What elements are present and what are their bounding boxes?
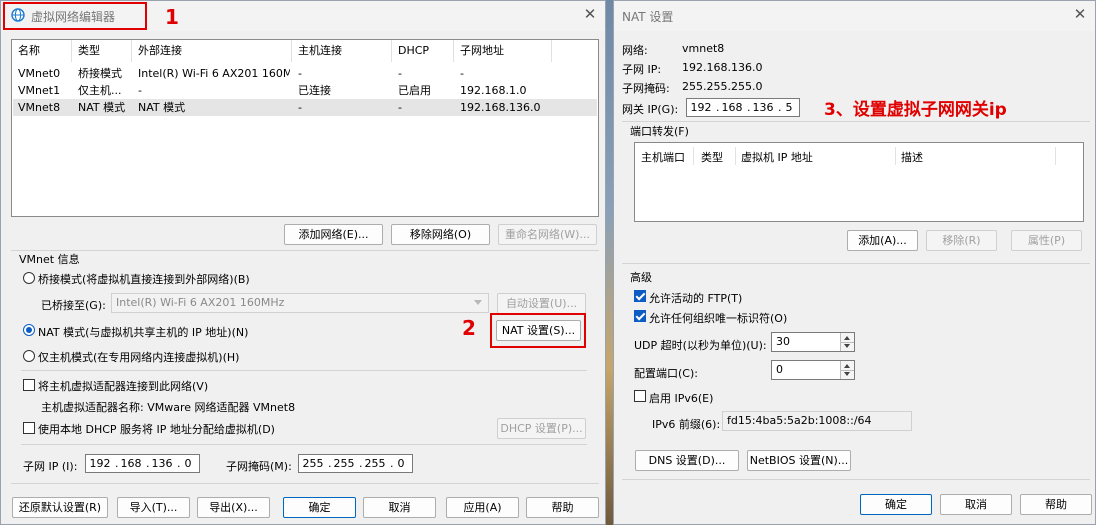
col-host[interactable]: 主机连接: [292, 40, 392, 62]
connect-adapter-label[interactable]: 将主机虚拟适配器连接到此网络(V): [38, 378, 208, 394]
help-button[interactable]: 帮助: [526, 497, 599, 518]
virtual-network-editor-window: 虚拟网络编辑器 ✕ 名称 类型 外部连接 主机连接 DHCP 子网地址 VMne…: [0, 0, 606, 525]
table-row-selected[interactable]: VMnet8 NAT 模式 NAT 模式 - - 192.168.136.0: [13, 99, 597, 116]
group-divider: [21, 370, 587, 371]
col-external[interactable]: 外部连接: [132, 40, 292, 62]
port-forward-list[interactable]: 主机端口 类型 虚拟机 IP 地址 描述: [634, 142, 1084, 222]
add-port-button[interactable]: 添加(A)...: [847, 230, 918, 251]
help-button[interactable]: 帮助: [1020, 494, 1092, 515]
table-row[interactable]: VMnet1 仅主机... - 已连接 已启用 192.168.1.0: [13, 82, 597, 99]
table-row[interactable]: VMnet0 桥接模式 Intel(R) Wi-Fi 6 AX201 160MH…: [13, 65, 597, 82]
udp-timeout-stepper[interactable]: 30: [771, 332, 855, 352]
col-type[interactable]: 类型: [72, 40, 132, 62]
bridge-mode-radio[interactable]: [23, 272, 35, 284]
subnet-ip-value: 192.168.136.0: [682, 61, 763, 74]
network-list[interactable]: 名称 类型 外部连接 主机连接 DHCP 子网地址 VMnet0 桥接模式 In…: [11, 39, 599, 217]
vmnet-info-label: VMnet 信息: [19, 253, 80, 266]
port-properties-button[interactable]: 属性(P): [1011, 230, 1082, 251]
gateway-ip-input[interactable]: 192 . 168 . 136 . 5: [686, 98, 800, 117]
nat-settings-window: NAT 设置 ✕ 网络: vmnet8 子网 IP: 192.168.136.0…: [613, 0, 1096, 525]
host-only-radio[interactable]: [23, 350, 35, 362]
allow-oui-checkbox[interactable]: [634, 310, 646, 322]
annotation-number-1: 1: [165, 5, 179, 29]
col-description[interactable]: 描述: [901, 149, 923, 165]
remove-port-button[interactable]: 移除(R): [926, 230, 997, 251]
spin-buttons[interactable]: [840, 361, 854, 379]
ipv6-prefix-label: IPv6 前缀(6):: [652, 418, 721, 431]
add-network-button[interactable]: 添加网络(E)...: [284, 224, 383, 245]
subnet-ip-label: 子网 IP (I):: [23, 460, 78, 473]
subnet-ip-label: 子网 IP:: [622, 63, 662, 76]
spin-buttons[interactable]: [840, 333, 854, 351]
dhcp-settings-button[interactable]: DHCP 设置(P)...: [497, 418, 586, 439]
apply-button[interactable]: 应用(A): [446, 497, 519, 518]
col-vm-ip[interactable]: 虚拟机 IP 地址: [741, 149, 813, 165]
col-type[interactable]: 类型: [701, 149, 723, 165]
group-divider: [11, 483, 599, 484]
export-button[interactable]: 导出(X)...: [197, 497, 270, 518]
col-subnet[interactable]: 子网地址: [454, 40, 552, 62]
subnet-mask-label: 子网掩码:: [622, 82, 670, 95]
auto-settings-button[interactable]: 自动设置(U)...: [497, 293, 586, 314]
annotation-box-2: [490, 313, 586, 348]
connect-adapter-checkbox[interactable]: [23, 379, 35, 391]
group-divider: [21, 444, 587, 445]
subnet-mask-label: 子网掩码(M):: [226, 460, 292, 473]
adapter-name-text: 主机虚拟适配器名称: VMware 网络适配器 VMnet8: [41, 401, 296, 414]
annotation-box-1: [3, 2, 147, 30]
netbios-settings-button[interactable]: NetBIOS 设置(N)...: [747, 450, 851, 471]
nat-mode-label[interactable]: NAT 模式(与虚拟机共享主机的 IP 地址)(N): [38, 324, 248, 340]
window-title: NAT 设置: [622, 10, 674, 24]
subnet-mask-input[interactable]: 255 . 255 . 255 . 0: [298, 454, 413, 473]
use-dhcp-checkbox[interactable]: [23, 422, 35, 434]
annotation-step-3: 3、设置虚拟子网网关ip: [824, 100, 1007, 120]
bridge-mode-label[interactable]: 桥接模式(将虚拟机直接连接到外部网络)(B): [38, 271, 250, 287]
group-divider: [622, 479, 1090, 480]
nat-mode-radio[interactable]: [23, 324, 35, 336]
network-value: vmnet8: [682, 42, 725, 55]
list-header: 名称 类型 外部连接 主机连接 DHCP 子网地址: [12, 40, 598, 62]
network-label: 网络:: [622, 44, 648, 57]
import-button[interactable]: 导入(T)...: [117, 497, 190, 518]
subnet-ip-input[interactable]: 192 . 168 . 136 . 0: [85, 454, 200, 473]
rename-network-button[interactable]: 重命名网络(W)...: [498, 224, 597, 245]
host-only-label[interactable]: 仅主机模式(在专用网络内连接虚拟机)(H): [38, 349, 239, 365]
cancel-button[interactable]: 取消: [940, 494, 1012, 515]
close-icon[interactable]: ✕: [1071, 5, 1089, 23]
allow-ftp-checkbox[interactable]: [634, 290, 646, 302]
chevron-down-icon: [474, 300, 482, 305]
title-bar: NAT 设置 ✕: [614, 1, 1095, 31]
port-forward-label: 端口转发(F): [630, 125, 689, 138]
config-port-stepper[interactable]: 0: [771, 360, 855, 380]
dns-settings-button[interactable]: DNS 设置(D)...: [635, 450, 739, 471]
annotation-number-2: 2: [462, 316, 476, 340]
bridged-to-label: 已桥接至(G):: [41, 299, 106, 312]
allow-oui-label[interactable]: 允许任何组织唯一标识符(O): [649, 310, 787, 326]
use-dhcp-label[interactable]: 使用本地 DHCP 服务将 IP 地址分配给虚拟机(D): [38, 421, 275, 437]
col-dhcp[interactable]: DHCP: [392, 40, 454, 62]
col-name[interactable]: 名称: [12, 40, 72, 62]
close-icon[interactable]: ✕: [581, 5, 599, 23]
advanced-label: 高级: [630, 271, 652, 284]
enable-ipv6-checkbox[interactable]: [634, 390, 646, 402]
allow-ftp-label[interactable]: 允许活动的 FTP(T): [649, 290, 742, 306]
group-divider: [11, 250, 599, 251]
config-port-label: 配置端口(C):: [634, 367, 698, 380]
ipv6-prefix-input[interactable]: fd15:4ba5:5a2b:1008::/64: [722, 411, 912, 431]
restore-defaults-button[interactable]: 还原默认设置(R): [12, 497, 108, 518]
udp-timeout-label: UDP 超时(以秒为单位)(U):: [634, 339, 767, 352]
col-host-port[interactable]: 主机端口: [641, 149, 685, 165]
enable-ipv6-label[interactable]: 启用 IPv6(E): [649, 390, 713, 406]
cancel-button[interactable]: 取消: [363, 497, 436, 518]
group-divider: [622, 121, 1090, 122]
bridged-to-select[interactable]: Intel(R) Wi-Fi 6 AX201 160MHz: [111, 293, 489, 313]
remove-network-button[interactable]: 移除网络(O): [391, 224, 490, 245]
group-divider: [622, 263, 1090, 264]
ok-button[interactable]: 确定: [283, 497, 356, 518]
gateway-label: 网关 IP(G):: [622, 103, 679, 116]
ok-button[interactable]: 确定: [860, 494, 932, 515]
subnet-mask-value: 255.255.255.0: [682, 80, 763, 93]
